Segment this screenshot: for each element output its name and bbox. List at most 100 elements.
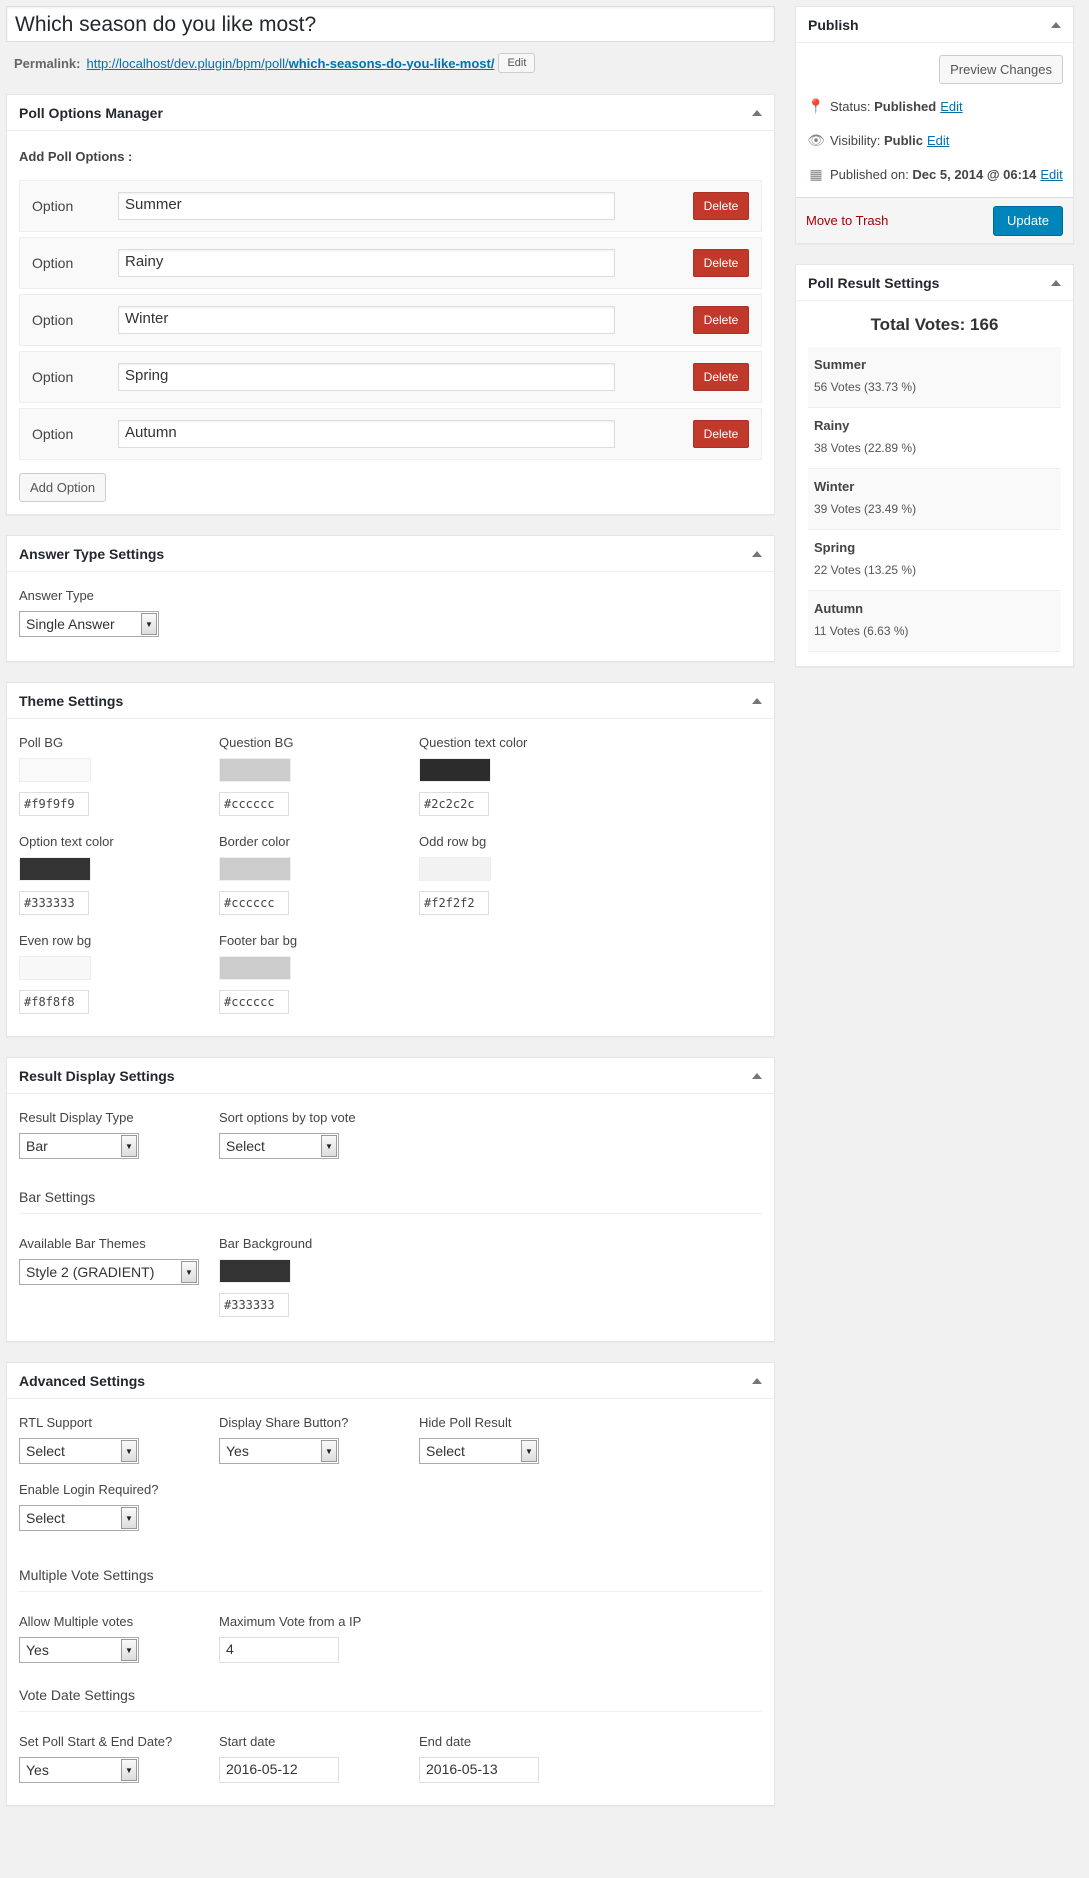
color-swatch[interactable] [19, 857, 91, 881]
delete-option-button[interactable]: Delete [693, 363, 749, 391]
chevron-down-icon: ▼ [141, 613, 157, 635]
collapse-arrow-icon[interactable] [1051, 279, 1061, 286]
result-item: Winter 39 Votes (23.49 %) [808, 469, 1061, 530]
box-header[interactable]: Answer Type Settings [7, 536, 774, 572]
bar-themes-label: Available Bar Themes [19, 1236, 146, 1251]
color-hex-input[interactable]: #f9f9f9 [19, 792, 89, 816]
answer-type-select[interactable]: Single Answer ▼ [19, 611, 159, 637]
delete-option-button[interactable]: Delete [693, 306, 749, 334]
color-swatch[interactable] [19, 956, 91, 980]
visibility-edit-link[interactable]: Edit [927, 133, 949, 148]
result-name: Winter [814, 479, 855, 494]
delete-option-button[interactable]: Delete [693, 192, 749, 220]
color-swatch[interactable] [219, 857, 291, 881]
set-date-select[interactable]: Yes ▼ [19, 1757, 139, 1783]
color-hex-input[interactable]: #cccccc [219, 891, 289, 915]
bar-bg-label: Bar Background [219, 1236, 313, 1251]
result-name: Spring [814, 540, 856, 555]
option-input[interactable]: Summer [118, 192, 615, 220]
rtl-field: RTL Support Select ▼ [19, 1415, 219, 1464]
preview-changes-button[interactable]: Preview Changes [939, 55, 1063, 84]
collapse-arrow-icon[interactable] [752, 1377, 762, 1384]
collapse-arrow-icon[interactable] [752, 697, 762, 704]
option-input[interactable]: Spring [118, 363, 615, 391]
results-list: Summer 56 Votes (33.73 %) Rainy 38 Votes (2… [796, 347, 1073, 666]
post-title-input[interactable]: Which season do you like most? [6, 6, 775, 42]
collapse-arrow-icon[interactable] [752, 109, 762, 116]
theme-color-label: Even row bg [19, 933, 92, 948]
option-input[interactable]: Winter [118, 306, 615, 334]
collapse-arrow-icon[interactable] [752, 1072, 762, 1079]
option-row: Option Autumn Delete [19, 408, 762, 460]
login-label: Enable Login Required? [19, 1482, 159, 1497]
color-hex-input[interactable]: #cccccc [219, 990, 289, 1014]
bar-themes-select[interactable]: Style 2 (GRADIENT) ▼ [19, 1259, 199, 1285]
add-option-button[interactable]: Add Option [19, 473, 107, 502]
box-header[interactable]: Result Display Settings [7, 1058, 774, 1094]
published-edit-link[interactable]: Edit [1040, 167, 1062, 182]
box-header[interactable]: Publish [796, 7, 1073, 43]
select-value: Single Answer [26, 616, 115, 632]
result-type-select[interactable]: Bar ▼ [19, 1133, 139, 1159]
rtl-select[interactable]: Select ▼ [19, 1438, 139, 1464]
color-hex-input[interactable]: #f2f2f2 [419, 891, 489, 915]
start-date-input[interactable]: 2016-05-12 [219, 1757, 339, 1783]
option-input[interactable]: Autumn [118, 420, 615, 448]
share-select[interactable]: Yes ▼ [219, 1438, 339, 1464]
status-edit-link[interactable]: Edit [940, 99, 962, 114]
chevron-down-icon: ▼ [321, 1440, 337, 1462]
theme-color-field: Question text color #2c2c2c [419, 735, 619, 816]
color-hex-input[interactable]: #333333 [19, 891, 89, 915]
collapse-arrow-icon[interactable] [1051, 21, 1061, 28]
theme-color-label: Question BG [219, 735, 294, 750]
sort-select[interactable]: Select ▼ [219, 1133, 339, 1159]
theme-settings: Theme Settings Poll BG #f9f9f9 Question BG… [6, 682, 775, 1037]
max-ip-input[interactable]: 4 [219, 1637, 339, 1663]
multi-select[interactable]: Yes ▼ [19, 1637, 139, 1663]
move-to-trash-link[interactable]: Move to Trash [806, 213, 888, 228]
option-row: Option Spring Delete [19, 351, 762, 403]
collapse-arrow-icon[interactable] [752, 550, 762, 557]
total-votes: Total Votes: 166 [870, 315, 999, 334]
color-swatch[interactable] [419, 857, 491, 881]
bar-bg-hex-input[interactable]: #333333 [219, 1293, 289, 1317]
option-input[interactable]: Rainy [118, 249, 615, 277]
color-hex-input[interactable]: #f8f8f8 [19, 990, 89, 1014]
hide-result-select[interactable]: Select ▼ [419, 1438, 539, 1464]
bar-bg-swatch[interactable] [219, 1259, 291, 1283]
delete-option-button[interactable]: Delete [693, 249, 749, 277]
sort-label: Sort options by top vote [219, 1110, 356, 1125]
color-swatch[interactable] [219, 758, 291, 782]
option-label: Option [32, 369, 74, 385]
permalink-link[interactable]: http://localhost/dev.plugin/bpm/poll/whi… [86, 56, 494, 71]
box-header[interactable]: Poll Result Settings [796, 265, 1073, 301]
color-hex-input[interactable]: #cccccc [219, 792, 289, 816]
permalink-row: Permalink: http://localhost/dev.plugin/b… [6, 50, 775, 76]
color-swatch[interactable] [19, 758, 91, 782]
box-header[interactable]: Theme Settings [7, 683, 774, 719]
color-swatch[interactable] [219, 956, 291, 980]
end-date-label: End date [419, 1734, 472, 1749]
result-votes: 56 Votes (33.73 %) [814, 380, 917, 394]
start-date-label: Start date [219, 1734, 276, 1749]
permalink-edit-button[interactable]: Edit [498, 53, 536, 73]
option-label: Option [32, 255, 74, 271]
color-hex-input[interactable]: #2c2c2c [419, 792, 489, 816]
box-header[interactable]: Advanced Settings [7, 1363, 774, 1399]
permalink-base: http://localhost/dev.plugin/bpm/poll/ [86, 55, 289, 71]
login-select[interactable]: Select ▼ [19, 1505, 139, 1531]
set-date-label: Set Poll Start & End Date? [19, 1734, 173, 1749]
box-header[interactable]: Poll Options Manager [7, 95, 774, 131]
theme-color-label: Question text color [419, 735, 528, 750]
theme-color-field: Border color #cccccc [219, 834, 419, 915]
box-title: Poll Result Settings [808, 274, 940, 291]
result-votes: 22 Votes (13.25 %) [814, 563, 917, 577]
result-name: Summer [814, 357, 867, 372]
result-display-settings: Result Display Settings Result Display T… [6, 1057, 775, 1342]
update-button[interactable]: Update [993, 205, 1063, 236]
hide-result-label: Hide Poll Result [419, 1415, 512, 1430]
poll-options-manager: Poll Options Manager Add Poll Options : … [6, 94, 775, 515]
color-swatch[interactable] [419, 758, 491, 782]
delete-option-button[interactable]: Delete [693, 420, 749, 448]
end-date-input[interactable]: 2016-05-13 [419, 1757, 539, 1783]
